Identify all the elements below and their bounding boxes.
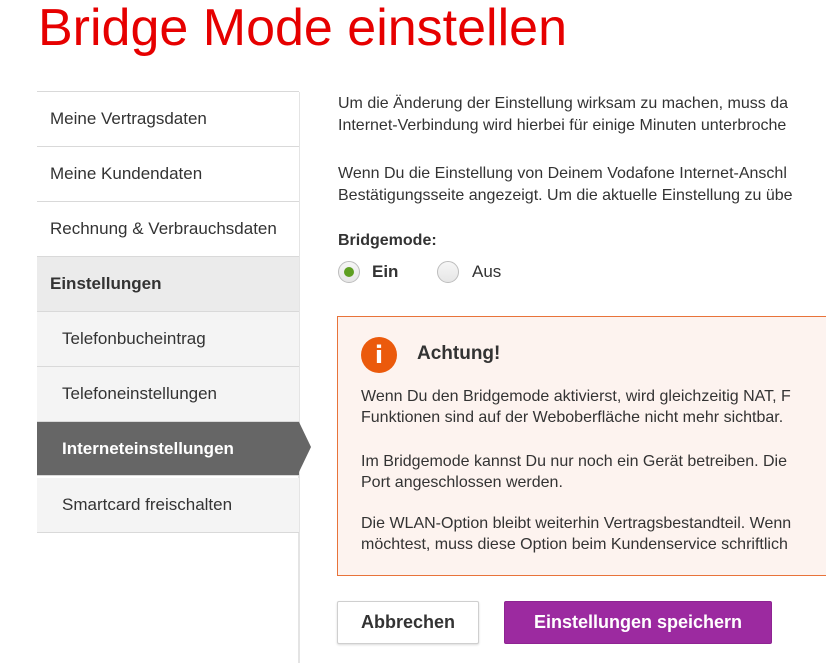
sidebar-item-smartcard[interactable]: Smartcard freischalten	[37, 478, 299, 533]
bridgemode-aus-radio[interactable]	[437, 261, 459, 283]
sidebar-item-telefoneinstellungen[interactable]: Telefoneinstellungen	[37, 367, 299, 422]
sidebar-item-rechnung[interactable]: Rechnung & Verbrauchsdaten	[37, 202, 299, 257]
bridgemode-label: Bridgemode:	[338, 232, 437, 249]
page-title: Bridge Mode einstellen	[38, 0, 567, 57]
info-paragraph-1: Um die Änderung der Einstellung wirksam …	[338, 93, 788, 137]
paragraph-line: Bestätigungsseite angezeigt. Um die aktu…	[338, 187, 793, 204]
sidebar-item-label: Smartcard freischalten	[62, 495, 233, 514]
paragraph-line: Wenn Du den Bridgemode aktivierst, wird …	[361, 388, 791, 405]
sidebar-item-telefonbucheintrag[interactable]: Telefonbucheintrag	[37, 312, 299, 367]
bridgemode-aus-label[interactable]: Aus	[472, 262, 501, 282]
info-icon: i	[361, 337, 397, 373]
cancel-button[interactable]: Abbrechen	[337, 601, 479, 644]
bridgemode-ein-radio[interactable]	[338, 261, 360, 283]
radio-selected-dot	[344, 267, 354, 277]
paragraph-line: Wenn Du die Einstellung von Deinem Vodaf…	[338, 165, 787, 182]
paragraph-line: Port angeschlossen werden.	[361, 474, 563, 491]
sidebar-item-interneteinstellungen[interactable]: Interneteinstellungen	[37, 422, 311, 476]
sidebar-item-label: Interneteinstellungen	[62, 438, 234, 458]
sidebar-item-label: Einstellungen	[50, 274, 162, 293]
sidebar-item-vertragsdaten[interactable]: Meine Vertragsdaten	[37, 92, 299, 147]
info-paragraph-2: Wenn Du die Einstellung von Deinem Vodaf…	[338, 163, 793, 207]
sidebar-item-label: Telefonbucheintrag	[62, 329, 206, 348]
paragraph-line: Internet-Verbindung wird hierbei für ein…	[338, 117, 787, 134]
paragraph-line: Funktionen sind auf der Weboberfläche ni…	[361, 409, 784, 426]
bridgemode-ein-label[interactable]: Ein	[372, 262, 398, 282]
sidebar-item-label: Meine Kundendaten	[50, 164, 203, 183]
sidebar-nav: Meine Vertragsdaten Meine Kundendaten Re…	[37, 92, 311, 533]
sidebar-item-kundendaten[interactable]: Meine Kundendaten	[37, 147, 299, 202]
paragraph-line: möchtest, muss diese Option beim Kundens…	[361, 536, 788, 553]
paragraph-line: Im Bridgemode kannst Du nur noch ein Ger…	[361, 453, 788, 470]
sidebar-item-label: Meine Vertragsdaten	[50, 109, 207, 128]
warning-paragraph-3: Die WLAN-Option bleibt weiterhin Vertrag…	[361, 513, 791, 555]
sidebar-item-label: Rechnung & Verbrauchsdaten	[50, 219, 277, 238]
save-button[interactable]: Einstellungen speichern	[504, 601, 772, 644]
warning-paragraph-2: Im Bridgemode kannst Du nur noch ein Ger…	[361, 451, 787, 493]
sidebar-item-label: Telefoneinstellungen	[62, 384, 218, 403]
warning-paragraph-1: Wenn Du den Bridgemode aktivierst, wird …	[361, 386, 791, 428]
sidebar-item-einstellungen[interactable]: Einstellungen	[37, 257, 299, 312]
warning-title: Achtung!	[417, 343, 501, 364]
paragraph-line: Die WLAN-Option bleibt weiterhin Vertrag…	[361, 515, 792, 532]
paragraph-line: Um die Änderung der Einstellung wirksam …	[338, 95, 788, 112]
